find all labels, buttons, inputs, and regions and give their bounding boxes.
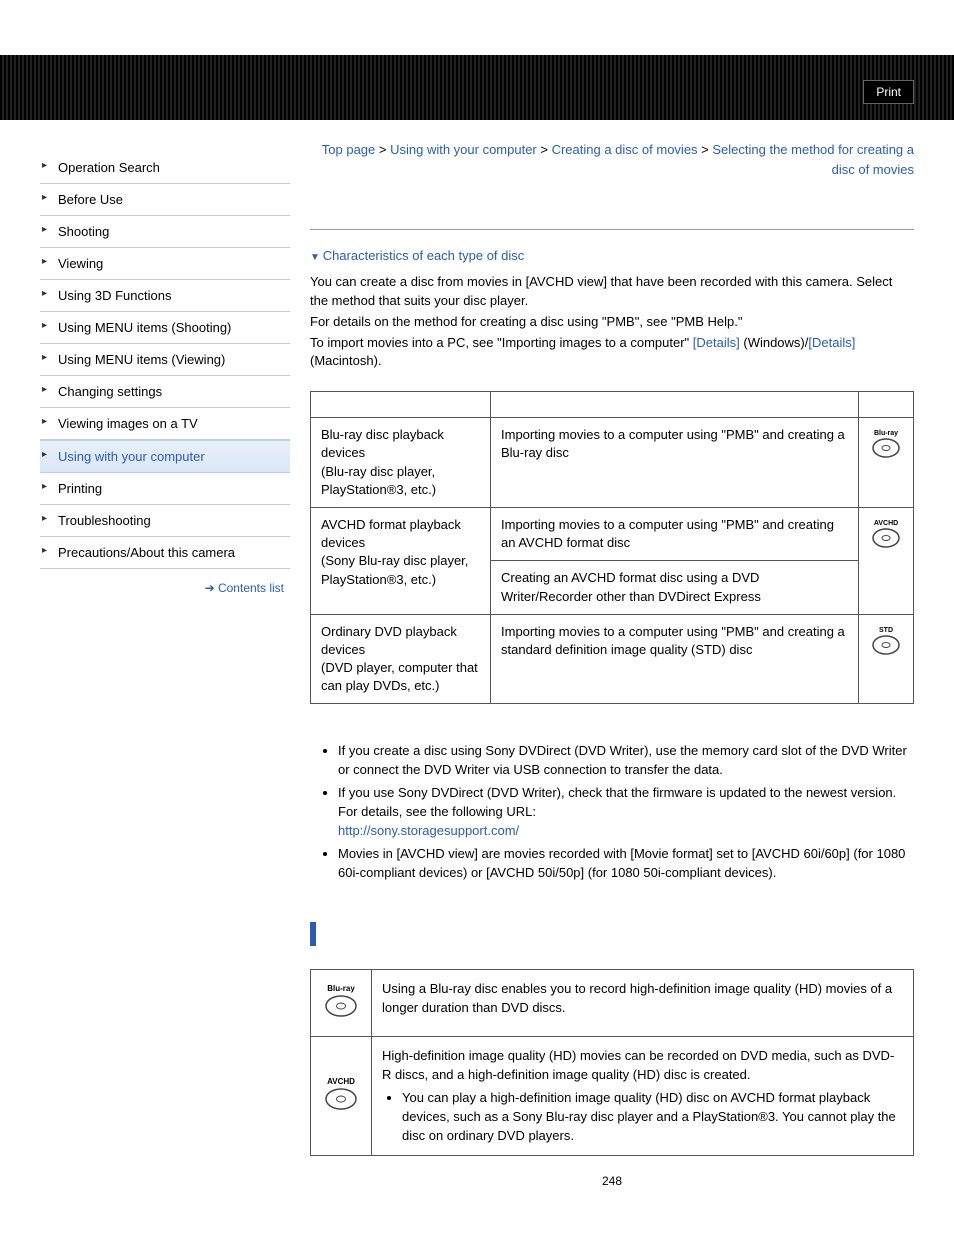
svg-text:Blu-ray: Blu-ray bbox=[327, 984, 355, 993]
breadcrumb-c[interactable]: Selecting the method for creating a disc… bbox=[712, 142, 914, 177]
section-marker-icon bbox=[310, 922, 316, 946]
sidebar-item-3d-functions[interactable]: Using 3D Functions bbox=[40, 280, 290, 312]
sidebar-item-viewing[interactable]: Viewing bbox=[40, 248, 290, 280]
sidebar-item-shooting[interactable]: Shooting bbox=[40, 216, 290, 248]
details-link-macintosh[interactable]: [Details] bbox=[808, 335, 855, 350]
table-row: AVCHD format playback devices (Sony Blu-… bbox=[311, 507, 914, 560]
divider bbox=[310, 229, 914, 230]
characteristics-table: Blu-ray Using a Blu-ray disc enables you… bbox=[310, 969, 914, 1156]
note-item: If you create a disc using Sony DVDirect… bbox=[338, 742, 914, 780]
svg-text:Blu-ray: Blu-ray bbox=[874, 430, 898, 437]
cell-dvd-method: Importing movies to a computer using "PM… bbox=[491, 614, 859, 704]
note-2-subtext: For details, see the following URL: bbox=[338, 804, 536, 819]
note-2-text: If you use Sony DVDirect (DVD Writer), c… bbox=[338, 785, 896, 800]
avchd-char-subitem: You can play a high-definition image qua… bbox=[402, 1089, 903, 1146]
intro-paragraph-2: For details on the method for creating a… bbox=[310, 313, 914, 332]
disc-method-table: Blu-ray disc playback devices (Blu-ray d… bbox=[310, 391, 914, 704]
avchd-char-desc: High-definition image quality (HD) movie… bbox=[372, 1037, 914, 1156]
details-link-windows[interactable]: [Details] bbox=[693, 335, 740, 350]
breadcrumb-a[interactable]: Using with your computer bbox=[390, 142, 537, 157]
sidebar-item-troubleshooting[interactable]: Troubleshooting bbox=[40, 505, 290, 537]
sidebar-list: Operation Search Before Use Shooting Vie… bbox=[40, 152, 290, 569]
bluray-char-icon: Blu-ray bbox=[311, 970, 372, 1037]
intro-p3c: (Macintosh). bbox=[310, 353, 382, 368]
header-band: Print bbox=[0, 55, 954, 120]
sidebar-item-using-computer[interactable]: Using with your computer bbox=[40, 440, 290, 473]
avchd-char-icon: AVCHD bbox=[311, 1037, 372, 1156]
intro-paragraph-1: You can create a disc from movies in [AV… bbox=[310, 273, 914, 311]
characteristics-anchor-link[interactable]: Characteristics of each type of disc bbox=[310, 248, 914, 263]
contents-list-label: Contents list bbox=[218, 581, 284, 595]
avchd-device-title: AVCHD format playback devices bbox=[321, 517, 461, 550]
breadcrumb-top[interactable]: Top page bbox=[322, 142, 376, 157]
table-row: AVCHD High-definition image quality (HD)… bbox=[311, 1037, 914, 1156]
note-item: Movies in [AVCHD view] are movies record… bbox=[338, 845, 914, 883]
std-disc-icon: STD bbox=[859, 614, 914, 704]
sidebar: Operation Search Before Use Shooting Vie… bbox=[0, 120, 290, 1208]
svg-text:STD: STD bbox=[879, 627, 893, 634]
bluray-char-desc: Using a Blu-ray disc enables you to reco… bbox=[372, 970, 914, 1037]
breadcrumb-sep: > bbox=[537, 142, 552, 157]
sidebar-item-precautions[interactable]: Precautions/About this camera bbox=[40, 537, 290, 569]
sidebar-item-changing-settings[interactable]: Changing settings bbox=[40, 376, 290, 408]
intro-p3b: (Windows)/ bbox=[740, 335, 809, 350]
avchd-char-text-a: High-definition image quality (HD) movie… bbox=[382, 1048, 894, 1082]
breadcrumb-sep: > bbox=[698, 142, 713, 157]
dvd-device-note: (DVD player, computer that can play DVDs… bbox=[321, 660, 478, 693]
cell-bluray-method: Importing movies to a computer using "PM… bbox=[491, 418, 859, 508]
table-row: Blu-ray disc playback devices (Blu-ray d… bbox=[311, 418, 914, 508]
cell-dvd-device: Ordinary DVD playback devices (DVD playe… bbox=[311, 614, 491, 704]
arrow-right-icon: ➔ bbox=[205, 581, 218, 595]
table-header-row bbox=[311, 392, 914, 418]
main-content: Top page > Using with your computer > Cr… bbox=[290, 120, 954, 1208]
note-item: If you use Sony DVDirect (DVD Writer), c… bbox=[338, 784, 914, 841]
intro-paragraph-3: To import movies into a PC, see "Importi… bbox=[310, 334, 914, 372]
notes-list: If you create a disc using Sony DVDirect… bbox=[310, 742, 914, 882]
avchd-disc-icon: AVCHD bbox=[859, 507, 914, 614]
table-row: Ordinary DVD playback devices (DVD playe… bbox=[311, 614, 914, 704]
contents-list-link[interactable]: ➔ Contents list bbox=[40, 569, 290, 595]
cell-bluray-device: Blu-ray disc playback devices (Blu-ray d… bbox=[311, 418, 491, 508]
breadcrumb: Top page > Using with your computer > Cr… bbox=[310, 140, 914, 179]
cell-avchd-method-b: Creating an AVCHD format disc using a DV… bbox=[491, 561, 859, 614]
svg-text:AVCHD: AVCHD bbox=[327, 1077, 355, 1086]
dvd-device-title: Ordinary DVD playback devices bbox=[321, 624, 457, 657]
page-number: 248 bbox=[310, 1174, 914, 1188]
sidebar-item-operation-search[interactable]: Operation Search bbox=[40, 152, 290, 184]
avchd-device-note: (Sony Blu-ray disc player, PlayStation®3… bbox=[321, 553, 468, 586]
bluray-device-title: Blu-ray disc playback devices bbox=[321, 427, 444, 460]
svg-text:AVCHD: AVCHD bbox=[874, 520, 898, 527]
bluray-disc-icon: Blu-ray bbox=[859, 418, 914, 508]
bluray-device-note: (Blu-ray disc player, PlayStation®3, etc… bbox=[321, 464, 436, 497]
print-button[interactable]: Print bbox=[863, 80, 914, 104]
table-row: Blu-ray Using a Blu-ray disc enables you… bbox=[311, 970, 914, 1037]
storage-support-link[interactable]: http://sony.storagesupport.com/ bbox=[338, 823, 519, 838]
breadcrumb-b[interactable]: Creating a disc of movies bbox=[552, 142, 698, 157]
sidebar-item-menu-viewing[interactable]: Using MENU items (Viewing) bbox=[40, 344, 290, 376]
cell-avchd-device: AVCHD format playback devices (Sony Blu-… bbox=[311, 507, 491, 614]
sidebar-item-viewing-tv[interactable]: Viewing images on a TV bbox=[40, 408, 290, 440]
sidebar-item-printing[interactable]: Printing bbox=[40, 473, 290, 505]
sidebar-item-menu-shooting[interactable]: Using MENU items (Shooting) bbox=[40, 312, 290, 344]
intro-p3a: To import movies into a PC, see "Importi… bbox=[310, 335, 693, 350]
breadcrumb-sep: > bbox=[375, 142, 390, 157]
cell-avchd-method-a: Importing movies to a computer using "PM… bbox=[491, 507, 859, 560]
avchd-char-sublist: You can play a high-definition image qua… bbox=[382, 1089, 903, 1146]
sidebar-item-before-use[interactable]: Before Use bbox=[40, 184, 290, 216]
